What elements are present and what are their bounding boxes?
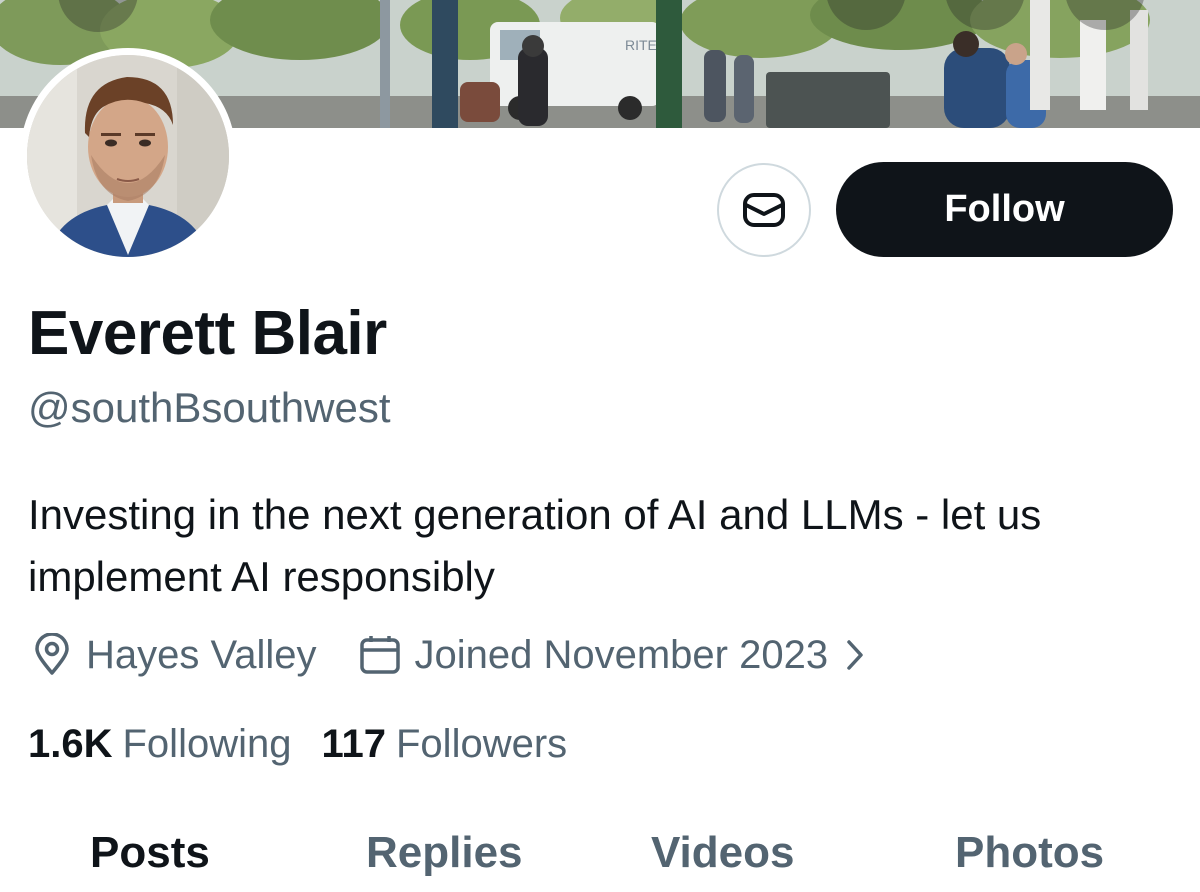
profile-photo bbox=[27, 55, 229, 257]
profile-tabs: Posts Replies Videos Photos bbox=[0, 820, 1200, 892]
follow-stats: 1.6K Following 117 Followers bbox=[28, 718, 567, 770]
profile-bio: Investing in the next generation of AI a… bbox=[28, 491, 1042, 600]
avatar[interactable] bbox=[20, 48, 236, 264]
followers-link[interactable]: 117 Followers bbox=[321, 722, 567, 767]
tab-posts[interactable]: Posts bbox=[90, 828, 210, 878]
tab-replies[interactable]: Replies bbox=[366, 828, 523, 878]
chevron-right-icon bbox=[847, 640, 863, 670]
tab-photos[interactable]: Photos bbox=[955, 828, 1104, 878]
follow-button[interactable]: Follow bbox=[836, 162, 1173, 257]
profile-meta: Hayes Valley Joined November 2023 bbox=[30, 630, 878, 680]
followers-count: 117 bbox=[321, 721, 386, 766]
calendar-icon bbox=[360, 636, 401, 674]
following-count: 1.6K bbox=[28, 721, 113, 766]
message-button[interactable] bbox=[717, 163, 811, 257]
envelope-icon bbox=[743, 193, 785, 227]
following-label: Following bbox=[122, 721, 292, 766]
display-name: Everett Blair bbox=[28, 299, 387, 368]
join-date[interactable]: Joined November 2023 bbox=[358, 633, 878, 678]
location-pin-icon bbox=[35, 633, 69, 675]
location: Hayes Valley bbox=[30, 633, 316, 678]
tab-videos[interactable]: Videos bbox=[651, 828, 794, 878]
following-link[interactable]: 1.6K Following bbox=[28, 722, 291, 767]
join-date-text: Joined November 2023 bbox=[414, 632, 829, 677]
followers-label: Followers bbox=[396, 721, 568, 766]
location-text: Hayes Valley bbox=[86, 632, 317, 677]
van-sign-text: RITE bbox=[625, 37, 657, 53]
user-handle: @southBsouthwest bbox=[28, 384, 391, 431]
